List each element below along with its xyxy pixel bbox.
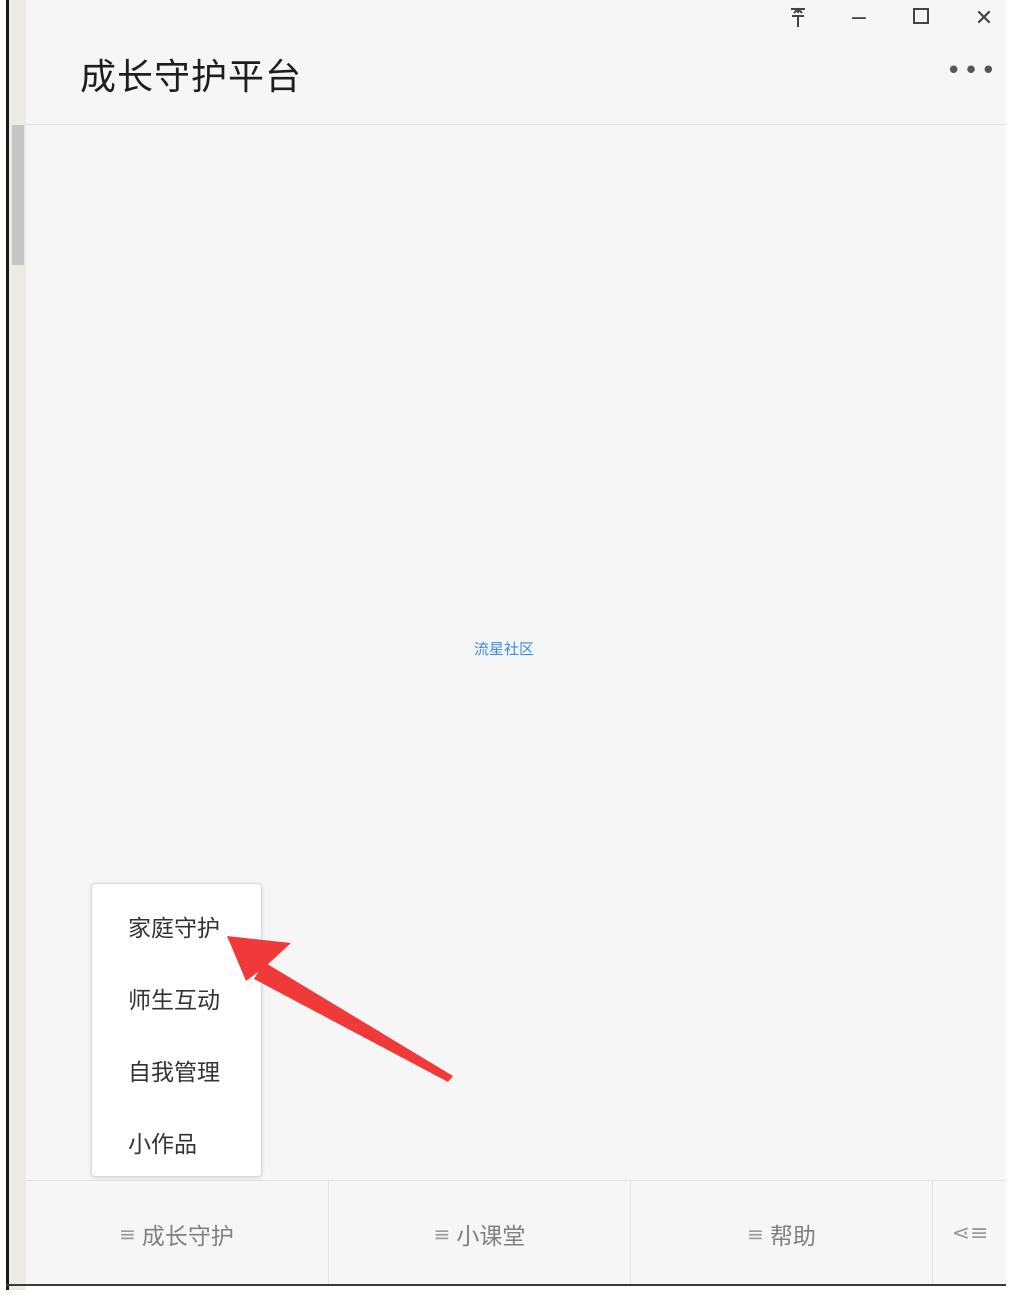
tab-help[interactable]: ≡ 帮助 [630,1181,932,1286]
tab-label: 小课堂 [456,1223,526,1250]
tab-label: 成长守护 [141,1223,234,1250]
menu-lines-icon: ≡ [119,1221,136,1246]
menu-lines-icon: ≡ [433,1221,451,1246]
menu-lines-icon: ≡ [747,1221,764,1246]
bottom-window-border [6,1284,1006,1286]
tab-small-classroom[interactable]: ≡ 小课堂 [328,1181,630,1286]
tab-label: 帮助 [769,1223,816,1250]
bottom-tab-bar: ≡ 成长守护 ≡ 小课堂 ≡ 帮助 ⋖≡ [26,1180,1006,1286]
tab-collapse-menu[interactable]: ⋖≡ [932,1181,1007,1286]
collapse-menu-icon: ⋖≡ [951,1221,989,1246]
tab-growth-guard[interactable]: ≡ 成长守护 [26,1181,327,1286]
annotation-arrow [227,936,453,1082]
scrollbar-thumb[interactable] [12,125,24,265]
right-edge [1006,0,1013,1295]
app-window: 成长守护平台 − ✕ ••• 流星社区 家庭守护 师生互动 自我管理 小作品 ≡… [26,0,1006,1286]
